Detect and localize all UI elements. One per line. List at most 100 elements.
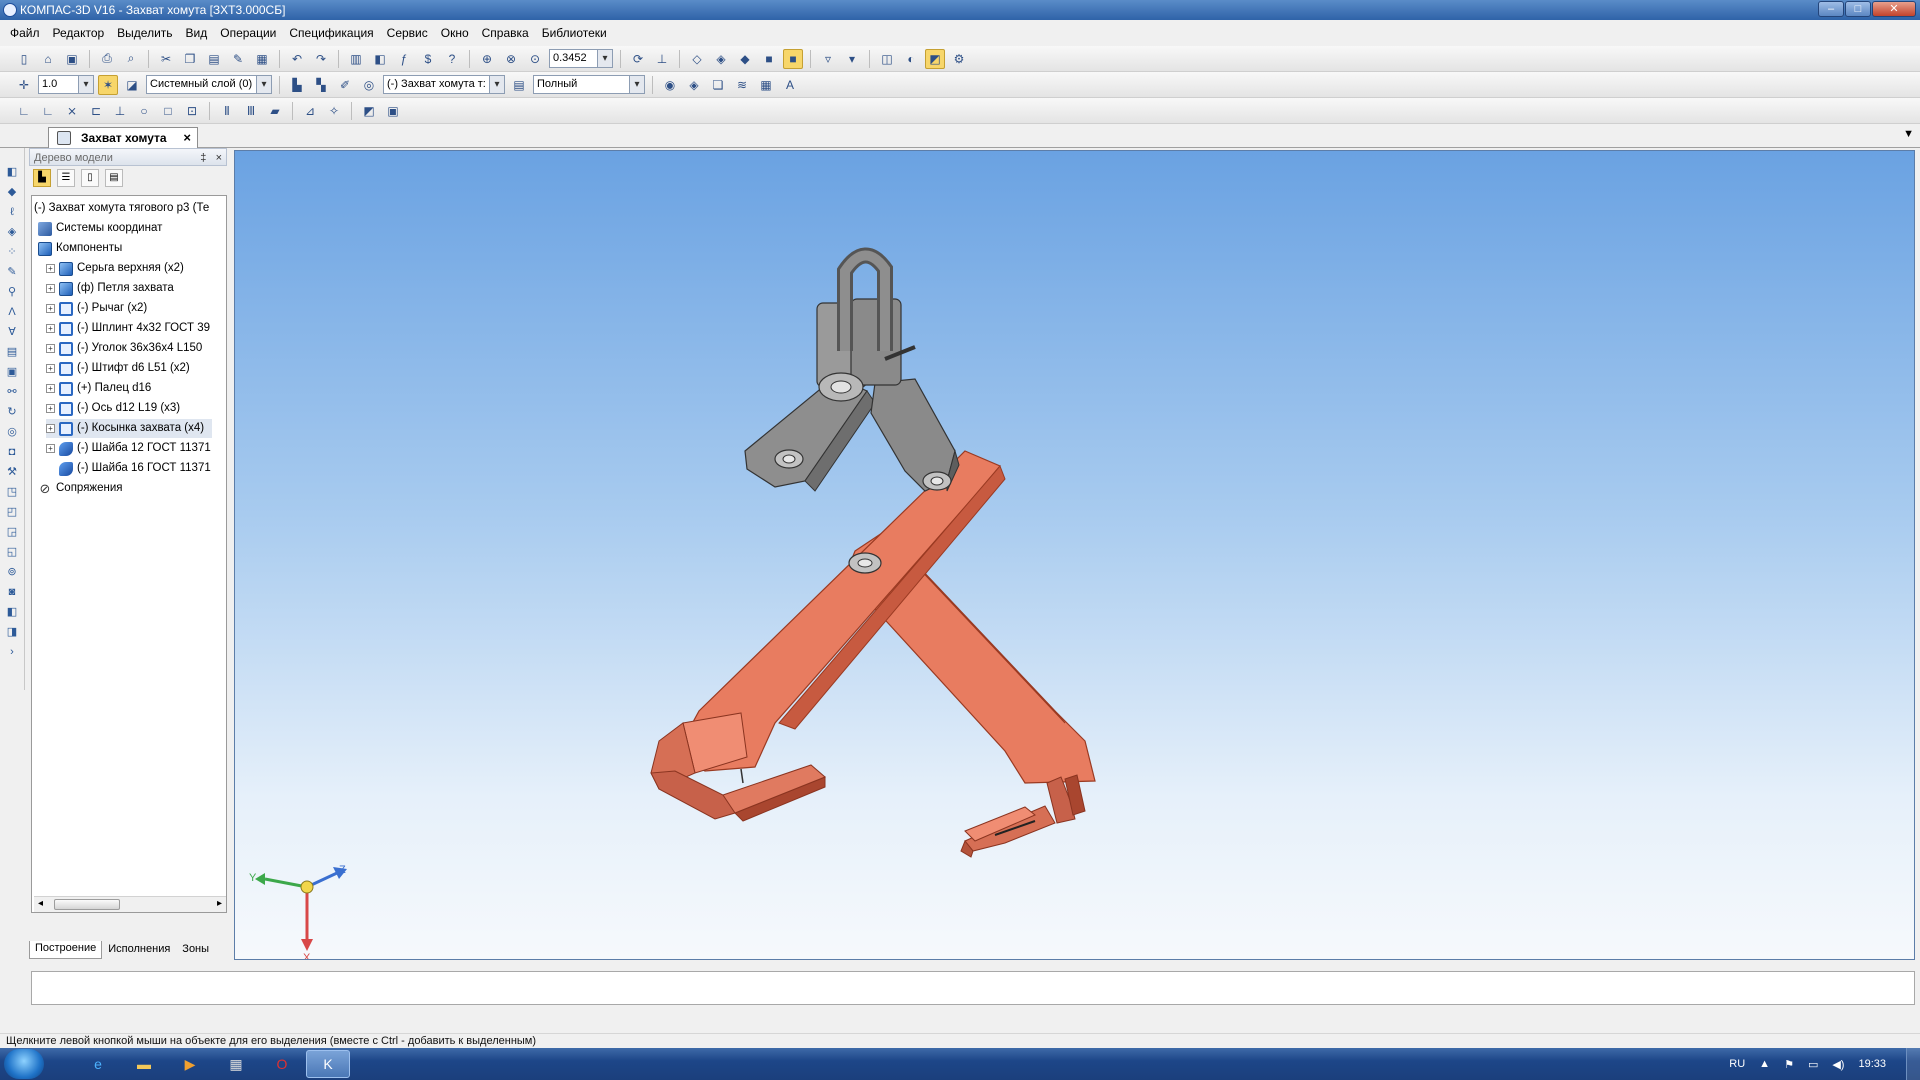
- volume-icon[interactable]: ◀): [1832, 1058, 1844, 1071]
- pin-icon[interactable]: ‡: [200, 152, 206, 164]
- display-mode-combo[interactable]: Полный: [533, 75, 645, 94]
- fixture-tool-icon[interactable]: ◨: [4, 624, 20, 640]
- tree-item-component[interactable]: (-) Шайба 16 ГОСТ 11371: [59, 459, 211, 478]
- kompas-task-icon[interactable]: K: [306, 1050, 350, 1078]
- rotate-icon[interactable]: ⟳: [628, 49, 648, 69]
- export-icon[interactable]: ▦: [756, 75, 776, 95]
- expand-icon[interactable]: +: [46, 424, 55, 433]
- calc-icon[interactable]: $: [418, 49, 438, 69]
- wireframe-icon[interactable]: ◇: [687, 49, 707, 69]
- tree-item-component[interactable]: + (ф) Петля захвата: [46, 279, 174, 298]
- expand-icon[interactable]: +: [46, 284, 55, 293]
- expand-icon[interactable]: +: [46, 444, 55, 453]
- opera-icon[interactable]: O: [260, 1050, 304, 1078]
- tree-root[interactable]: (-) Захват хомута тягового р3 (Те: [34, 199, 209, 218]
- menu-libraries[interactable]: Библиотеки: [542, 26, 607, 40]
- network-icon[interactable]: ▭: [1808, 1058, 1818, 1071]
- expand-icon[interactable]: +: [46, 304, 55, 313]
- lock-tool-icon[interactable]: ◙: [4, 584, 20, 600]
- paste-icon[interactable]: ▤: [204, 49, 224, 69]
- expand-panel-icon[interactable]: ›: [4, 644, 20, 660]
- point-icon[interactable]: ✧: [324, 101, 344, 121]
- scroll-right-icon[interactable]: ▸: [217, 898, 222, 909]
- properties-icon[interactable]: ▦: [252, 49, 272, 69]
- shaded-icon[interactable]: ■: [759, 49, 779, 69]
- angle-2-icon[interactable]: ∟: [38, 101, 58, 121]
- expand-icon[interactable]: +: [46, 344, 55, 353]
- filter-icon[interactable]: ▿: [818, 49, 838, 69]
- menu-service[interactable]: Сервис: [387, 26, 428, 40]
- tabs-dropdown-icon[interactable]: ▼: [1903, 128, 1914, 140]
- tree-item-component[interactable]: + (-) Косынка захвата (x4): [46, 419, 212, 438]
- zoom-window-icon[interactable]: ⊕: [477, 49, 497, 69]
- redo-icon[interactable]: ↷: [311, 49, 331, 69]
- model-viewport[interactable]: X Y Z: [234, 150, 1915, 960]
- show-desktop-button[interactable]: [1906, 1048, 1920, 1080]
- assembly-model[interactable]: X Y Z: [235, 151, 1915, 960]
- cross-icon[interactable]: ⨯: [62, 101, 82, 121]
- solid-icon[interactable]: ▰: [265, 101, 285, 121]
- library-tool-icon[interactable]: ◧: [4, 604, 20, 620]
- expand-icon[interactable]: +: [46, 264, 55, 273]
- section-icon[interactable]: ◫: [877, 49, 897, 69]
- part-tool-icon[interactable]: ◲: [4, 524, 20, 540]
- edit-part-icon[interactable]: ✐: [335, 75, 355, 95]
- tree-item-component[interactable]: + (-) Рычаг (x2): [46, 299, 147, 318]
- tree-settings-icon[interactable]: ▤: [105, 169, 123, 187]
- tab-versions[interactable]: Исполнения: [102, 941, 176, 959]
- text-style-icon[interactable]: A: [780, 75, 800, 95]
- menu-help[interactable]: Справка: [482, 26, 529, 40]
- edit-in-place-icon[interactable]: ▚: [311, 75, 331, 95]
- color-icon[interactable]: ◈: [684, 75, 704, 95]
- tools-icon[interactable]: ⚙: [949, 49, 969, 69]
- styles-icon[interactable]: ≋: [732, 75, 752, 95]
- internet-explorer-icon[interactable]: e: [76, 1050, 120, 1078]
- zoom-combo[interactable]: 0.3452: [549, 49, 613, 68]
- tree-structure-icon[interactable]: ▙: [33, 169, 51, 187]
- step-combo[interactable]: 1.0: [38, 75, 94, 94]
- menu-select[interactable]: Выделить: [117, 26, 172, 40]
- layer-icon[interactable]: ◪: [122, 75, 142, 95]
- media-player-icon[interactable]: ▶: [168, 1050, 212, 1078]
- tree-horizontal-scrollbar[interactable]: ◂ ▸: [34, 896, 226, 912]
- format-icon[interactable]: ✎: [228, 49, 248, 69]
- shaded-edges-icon[interactable]: ■: [783, 48, 803, 69]
- select-filter-icon[interactable]: ▾: [842, 49, 862, 69]
- beam-icon[interactable]: Ⅱ: [217, 101, 237, 121]
- thin-lines-icon[interactable]: ◆: [735, 49, 755, 69]
- tree-item-component[interactable]: + (-) Ось d12 L19 (x3): [46, 399, 180, 418]
- scroll-left-icon[interactable]: ◂: [38, 898, 43, 909]
- tree-item-components[interactable]: Компоненты: [38, 239, 122, 258]
- column-icon[interactable]: Ⅲ: [241, 101, 261, 121]
- tree-doc-icon[interactable]: ▯: [81, 169, 99, 187]
- paint-icon[interactable]: ◐: [901, 49, 921, 69]
- component-icon[interactable]: ◎: [359, 75, 379, 95]
- tray-arrow-icon[interactable]: ▲: [1759, 1058, 1770, 1070]
- tree-item-component[interactable]: + (-) Шплинт 4x32 ГОСТ 39: [46, 319, 210, 338]
- section-tool-icon[interactable]: ◱: [4, 544, 20, 560]
- edit-component-icon[interactable]: ◧: [4, 164, 20, 180]
- tab-build[interactable]: Построение: [29, 941, 103, 959]
- dimension-icon[interactable]: ⊿: [300, 101, 320, 121]
- minimize-button[interactable]: –: [1818, 1, 1844, 17]
- rotate-tool-icon[interactable]: ↻: [4, 404, 20, 420]
- menu-file[interactable]: Файл: [10, 26, 40, 40]
- assembly-tool-icon[interactable]: ◎: [4, 424, 20, 440]
- hidden-lines-icon[interactable]: ◈: [711, 49, 731, 69]
- measure-icon[interactable]: ◩: [925, 48, 945, 69]
- snap-toggle-icon[interactable]: ✶: [98, 74, 118, 95]
- report-tool-icon[interactable]: ▣: [4, 364, 20, 380]
- expand-icon[interactable]: +: [46, 384, 55, 393]
- square-icon[interactable]: □: [158, 101, 178, 121]
- save-icon[interactable]: ▣: [62, 49, 82, 69]
- expand-icon[interactable]: +: [46, 404, 55, 413]
- tab-document[interactable]: Захват хомута ×: [48, 127, 198, 148]
- menu-view[interactable]: Вид: [186, 26, 208, 40]
- filter-tool-icon[interactable]: ∀: [4, 324, 20, 340]
- hole-icon[interactable]: ⊡: [182, 101, 202, 121]
- component-combo[interactable]: (-) Захват хомута т:: [383, 75, 505, 94]
- edit-assembly-icon[interactable]: ▙: [287, 75, 307, 95]
- tree-item-coordinate-systems[interactable]: Системы координат: [38, 219, 162, 238]
- fasteners-icon[interactable]: ⚲: [4, 284, 20, 300]
- tree-tool-icon[interactable]: ⚯: [4, 384, 20, 400]
